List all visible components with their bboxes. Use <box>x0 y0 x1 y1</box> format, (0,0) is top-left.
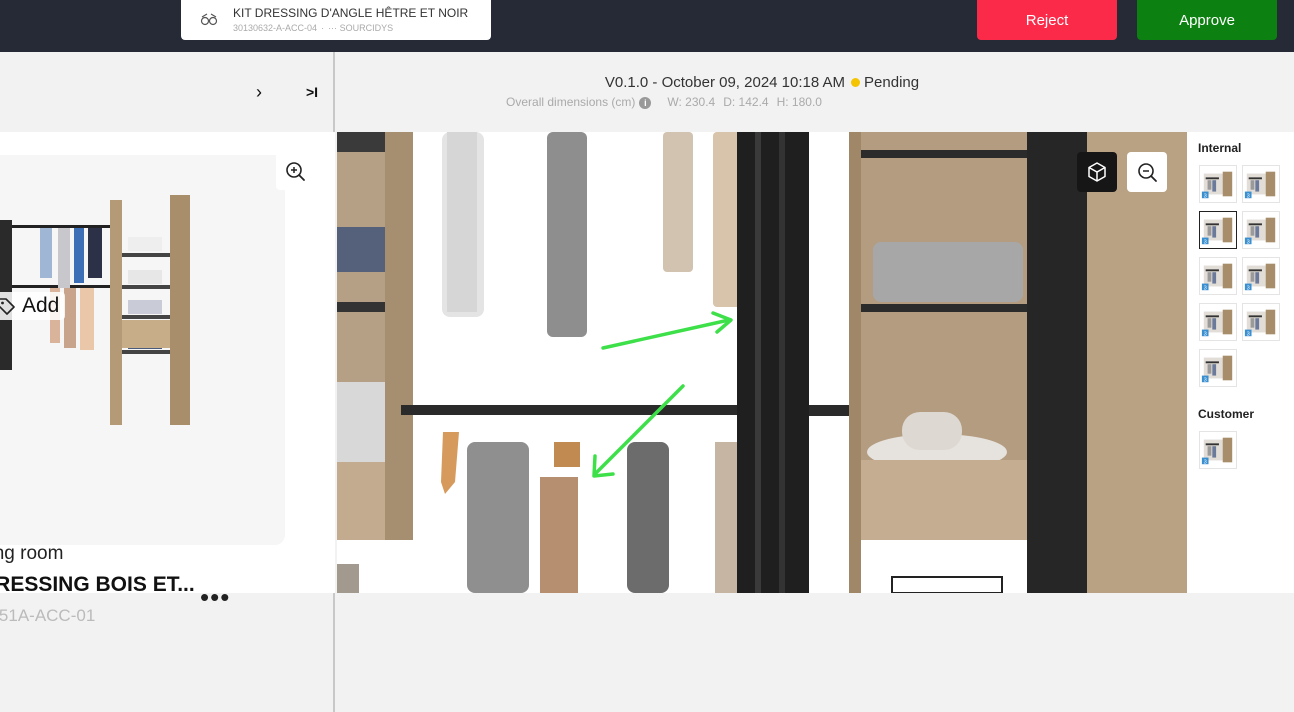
supplier-name: SOURCIDYS <box>339 23 394 33</box>
thumbnail-image: 3 <box>1201 263 1233 291</box>
svg-text:3: 3 <box>1204 377 1207 383</box>
svg-text:3: 3 <box>1204 459 1207 465</box>
add-tag-label: Add <box>22 294 60 317</box>
internal-thumbnail[interactable]: 3 <box>1242 165 1280 203</box>
thumbnail-image: 3 <box>1244 309 1276 337</box>
zoom-in-button[interactable] <box>276 152 314 190</box>
chevron-right-icon[interactable]: › <box>250 82 268 102</box>
product-ref: 30130632-A-ACC-04 <box>233 23 318 33</box>
internal-thumbnail[interactable]: 3 <box>1199 165 1237 203</box>
zoom-in-icon <box>286 162 305 181</box>
zoom-out-icon <box>1138 163 1157 182</box>
card-sku: 0351A-ACC-01 <box>0 606 96 625</box>
internal-section-title: Internal <box>1198 141 1242 155</box>
internal-thumbnail[interactable]: 3 <box>1199 257 1237 295</box>
internal-thumbnail[interactable]: 3 <box>1242 303 1280 341</box>
internal-thumbnail[interactable]: 3 <box>1242 257 1280 295</box>
customer-section-title: Customer <box>1198 407 1255 421</box>
version-info: V0.1.0 - October 09, 2024 10:18 AM Pendin… <box>337 74 1187 91</box>
internal-thumbnail[interactable]: 3 <box>1199 349 1237 387</box>
svg-text:3: 3 <box>1247 285 1250 291</box>
dimension-depth: D: 142.4 <box>723 95 769 109</box>
product-chip[interactable]: KIT DRESSING D'ANGLE HÊTRE ET NOIR 30130… <box>181 0 491 40</box>
view-3d-button[interactable] <box>1077 152 1117 192</box>
svg-text:3: 3 <box>1247 193 1250 199</box>
reject-button[interactable]: Reject <box>977 0 1117 40</box>
cube-icon <box>1088 162 1106 182</box>
version-text: V0.1.0 - October 09, 2024 10:18 AM <box>604 74 846 91</box>
thumbnail-image: 3 <box>1244 217 1276 245</box>
thumbnail-image: 3 <box>1244 171 1276 199</box>
internal-thumbnail[interactable]: 3 <box>1242 211 1280 249</box>
thumbnail-image: 3 <box>1244 263 1276 291</box>
top-bar: KIT DRESSING D'ANGLE HÊTRE ET NOIR 30130… <box>0 0 1294 52</box>
internal-thumbnail[interactable]: 3 <box>1199 303 1237 341</box>
svg-text:3: 3 <box>1204 239 1207 245</box>
card-category: sing room <box>0 543 64 564</box>
more-options-icon[interactable]: ••• <box>200 584 230 610</box>
svg-text:3: 3 <box>1247 331 1250 337</box>
dimension-height: H: 180.0 <box>776 95 822 109</box>
render-viewer[interactable] <box>337 132 1187 593</box>
svg-text:3: 3 <box>1204 285 1207 291</box>
thumbnail-image: 3 <box>1201 355 1233 383</box>
customer-thumbnail[interactable]: 3 <box>1199 431 1237 469</box>
dimension-width: W: 230.4 <box>667 95 716 109</box>
thumbnail-image: 3 <box>1201 309 1233 337</box>
svg-text:3: 3 <box>1247 239 1250 245</box>
product-card[interactable]: Add sing room DRESSING BOIS ET... 0351A-… <box>0 155 285 625</box>
svg-text:3: 3 <box>1204 193 1207 199</box>
model-link-icon <box>200 13 218 26</box>
internal-thumbnail[interactable]: 3 <box>1199 211 1237 249</box>
dimensions-label: Overall dimensions (cm) <box>506 95 636 109</box>
info-icon[interactable]: i <box>639 97 652 109</box>
product-title: KIT DRESSING D'ANGLE HÊTRE ET NOIR <box>233 6 469 20</box>
approve-button[interactable]: Approve <box>1137 0 1277 40</box>
thumbnail-image: 3 <box>1201 171 1233 199</box>
render-image <box>337 132 1187 593</box>
dimensions-info: Overall dimensions (cm) i W: 230.4 D: 142.4… <box>337 95 991 109</box>
thumbnail-image: 3 <box>1201 437 1233 465</box>
status-dot <box>851 78 861 88</box>
add-tag-button[interactable]: Add <box>0 292 66 320</box>
svg-text:3: 3 <box>1204 331 1207 337</box>
card-name: DRESSING BOIS ET... <box>0 573 195 596</box>
supplier-mark: ··· <box>328 23 338 33</box>
product-subline: 30130632-A-ACC-04 · ··· SOURCIDYS <box>233 23 393 33</box>
image-sidebar: Internal Customer 3 3 3 3 3 3 3 3 3 3 <box>1187 132 1294 593</box>
zoom-out-button[interactable] <box>1127 152 1167 192</box>
thumbnail-image: 3 <box>1201 217 1233 245</box>
tag-icon <box>0 298 15 315</box>
skip-to-last-icon[interactable]: >I <box>302 82 322 102</box>
separator: · <box>321 23 325 33</box>
left-panel: › >I Add g room DRESSING BOIS ET... 51A-… <box>0 52 335 712</box>
status-text: Pending <box>864 74 920 91</box>
